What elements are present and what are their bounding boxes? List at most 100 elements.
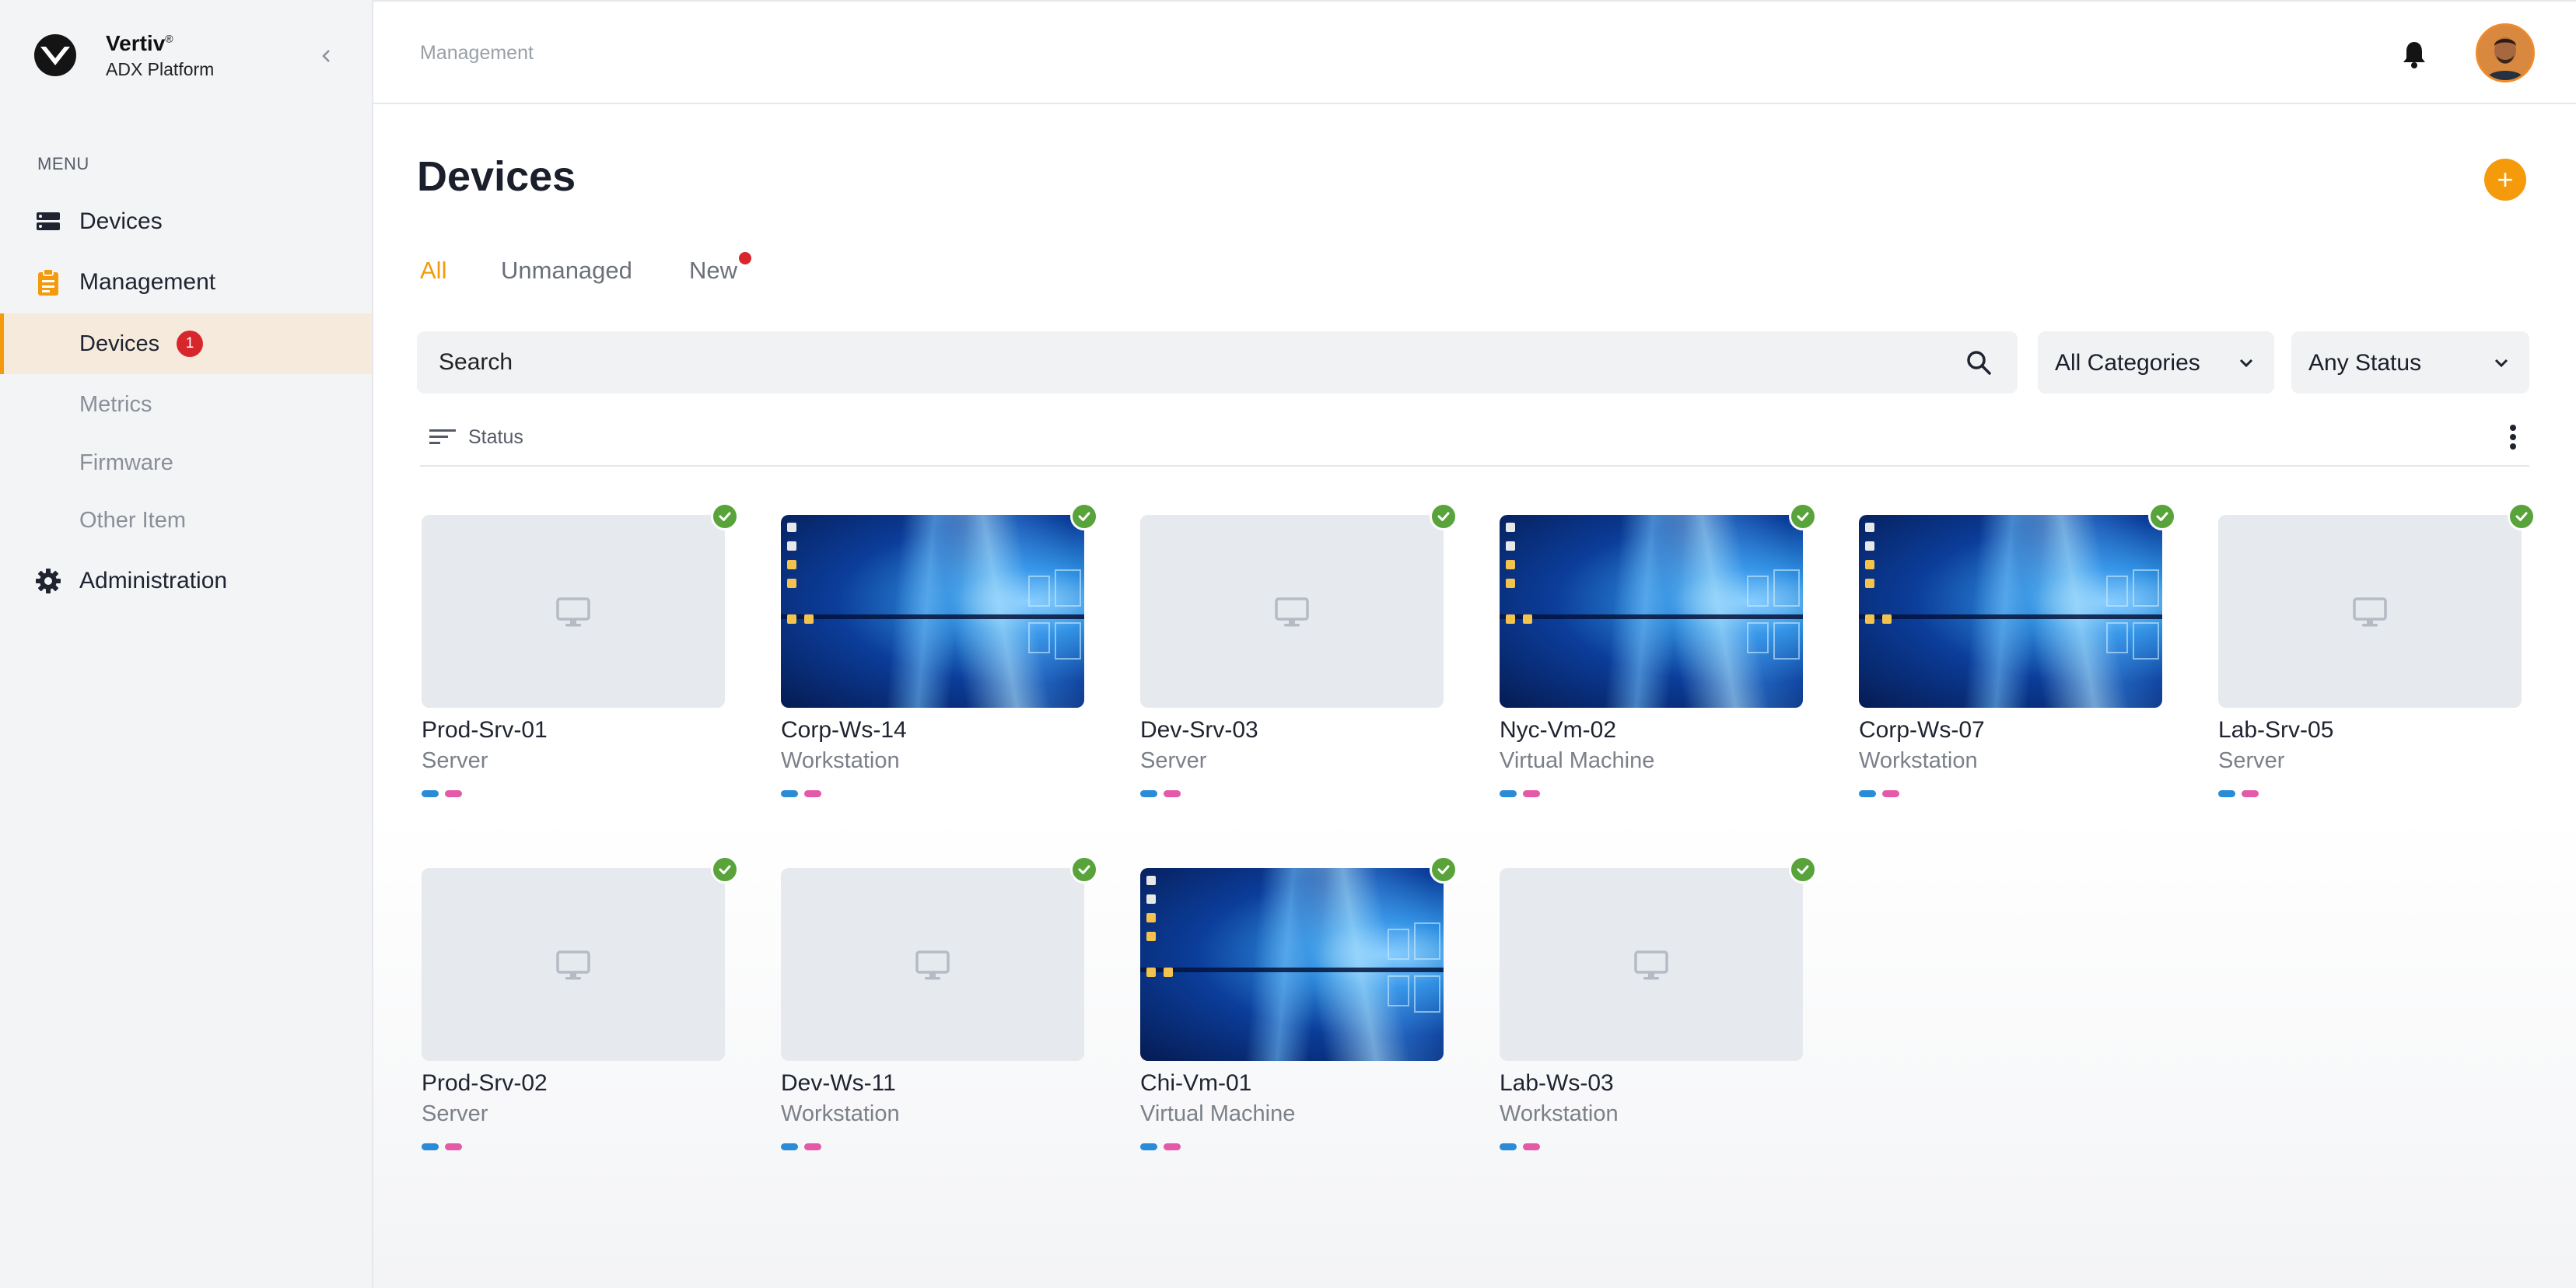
sidebar-item-administration[interactable]: Administration [0,551,372,611]
category-select-value: All Categories [2055,350,2200,376]
chevron-left-icon [322,50,330,62]
desktop-icon [1146,876,1156,885]
user-photo-icon [2478,26,2532,80]
tag-pill-pink [1164,1143,1181,1150]
device-name: Chi-Vm-01 [1140,1070,1252,1096]
desktop-icon [1865,523,1874,532]
collapse-sidebar-button[interactable] [311,40,342,72]
device-card[interactable]: Dev-Ws-11 Workstation [781,856,1098,1179]
device-name: Dev-Srv-03 [1140,717,1258,743]
avatar[interactable] [2476,23,2535,82]
window-logo-pane [1055,622,1081,660]
status-ok-check-icon [1070,502,1098,530]
vertiv-logo-icon [34,34,76,77]
search-input[interactable] [439,331,1916,394]
add-device-button[interactable]: + [2484,159,2526,201]
sidebar-subitem-other-item[interactable]: Other Item [0,490,372,551]
tag-pill-blue [1500,790,1517,797]
tab-new[interactable]: New [689,252,751,285]
device-card[interactable]: Lab-Srv-05 Server [2218,502,2536,826]
sidebar-item-label: Administration [79,568,228,593]
top-bar: Management [373,0,2576,104]
desktop-taskline [1500,614,1803,619]
device-card[interactable]: Lab-Ws-03 Workstation [1500,856,1817,1179]
tag-pill-pink [1523,1143,1540,1150]
monitor-icon [555,593,592,630]
gear-icon [34,567,62,595]
kebab-menu-icon [2510,425,2516,450]
desktop-icon [1164,968,1173,977]
device-name: Lab-Ws-03 [1500,1070,1614,1096]
chevron-down-icon [2494,359,2508,368]
status-ok-check-icon [1789,856,1817,884]
desktop-icon [787,560,796,569]
tag-pill-blue [2218,790,2235,797]
more-options-button[interactable] [2501,422,2525,453]
desktop-taskline [1859,614,2162,619]
menu-heading: MENU [37,154,89,173]
device-type: Workstation [1500,1101,1619,1126]
device-name: Corp-Ws-07 [1859,717,1985,743]
status-ok-check-icon [1430,856,1458,884]
desktop-icon [1146,894,1156,904]
desktop-preview-thumbnail [1140,868,1444,1061]
search-icon[interactable] [1963,347,1994,378]
device-card[interactable]: Chi-Vm-01 Virtual Machine [1140,856,1458,1179]
desktop-icon [1882,614,1892,624]
device-thumbnail-placeholder [422,868,725,1061]
device-name: Prod-Srv-02 [422,1070,548,1096]
sidebar-item-label: Devices [79,331,160,356]
tab-new-label: New [689,257,738,284]
window-logo-pane [1747,622,1769,653]
tag-pill-pink [804,790,821,797]
desktop-icon [1506,614,1515,624]
sort-icon[interactable] [428,425,457,450]
sidebar-subitem-firmware[interactable]: Firmware [0,432,372,493]
desktop-preview-thumbnail [1859,515,2162,708]
device-name: Nyc-Vm-02 [1500,717,1617,743]
sidebar-subitem-devices[interactable]: Devices 1 [0,313,372,374]
device-card[interactable]: Corp-Ws-07 Workstation [1859,502,2176,826]
monitor-icon [1633,946,1670,983]
desktop-icon [787,579,796,588]
category-select[interactable]: All Categories [2038,331,2274,394]
device-type: Workstation [781,1101,900,1126]
status-select[interactable]: Any Status [2291,331,2529,394]
brand[interactable]: Vertiv® ADX Platform [31,31,214,80]
status-ok-check-icon [2148,502,2176,530]
device-card[interactable]: Nyc-Vm-02 Virtual Machine [1500,502,1817,826]
monitor-icon [555,946,592,983]
device-type: Workstation [1859,748,1978,773]
sidebar-item-devices[interactable]: Devices [0,191,372,252]
notifications-button[interactable] [2396,36,2433,73]
device-card[interactable]: Prod-Srv-02 Server [422,856,739,1179]
clipboard-icon [34,268,62,296]
breadcrumb[interactable]: Management [420,42,534,65]
device-card[interactable]: Prod-Srv-01 Server [422,502,739,826]
tag-pill-blue [1500,1143,1517,1150]
server-stack-icon [34,208,62,236]
device-type: Virtual Machine [1140,1101,1296,1126]
tab-unmanaged[interactable]: Unmanaged [501,257,632,285]
device-thumbnail-placeholder [781,868,1084,1061]
device-card[interactable]: Corp-Ws-14 Workstation [781,502,1098,826]
monitor-icon [1273,593,1311,630]
desktop-icon [804,614,814,624]
tag-pill-pink [445,1143,462,1150]
sort-label[interactable]: Status [468,426,523,449]
device-card[interactable]: Dev-Srv-03 Server [1140,502,1458,826]
device-type: Server [1140,748,1207,773]
window-logo-pane [2106,622,2128,653]
window-logo-pane [1388,929,1409,960]
window-logo-pane [2133,569,2159,607]
tab-all[interactable]: All [420,257,446,285]
sidebar-item-management[interactable]: Management [0,252,372,313]
sort-bar: Status [420,415,2529,467]
sidebar-subitem-metrics[interactable]: Metrics [0,374,372,435]
device-name: Dev-Ws-11 [781,1070,896,1096]
tag-pill-pink [1164,790,1181,797]
brand-product: ADX Platform [106,59,215,80]
new-indicator-dot [739,252,751,264]
sidebar-item-label: Management [79,269,216,295]
desktop-icon [787,614,796,624]
